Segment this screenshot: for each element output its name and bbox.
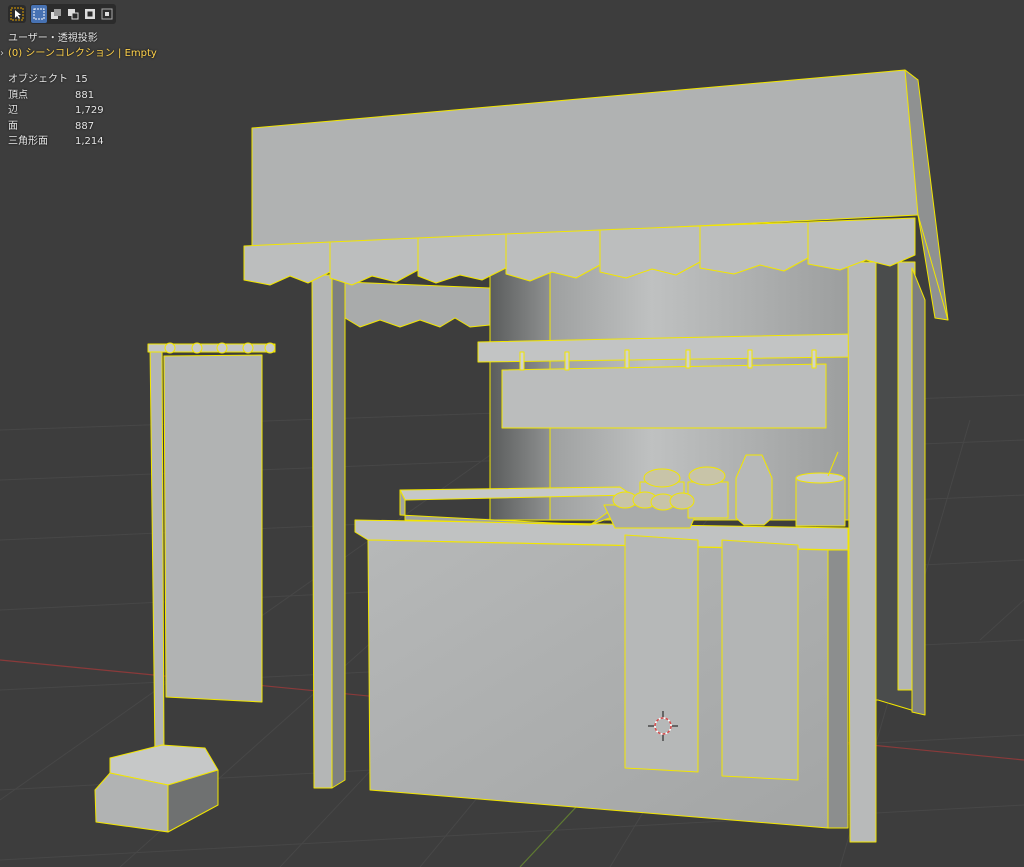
stat-label: 三角形面 bbox=[8, 136, 48, 147]
stat-value: 881 bbox=[75, 89, 95, 101]
scene-statistics: オブジェクト 15 頂点 881 辺 1,729 面 887 三角形面 1,214 bbox=[8, 72, 104, 150]
stat-row: 頂点 881 bbox=[8, 88, 104, 104]
stat-label: 辺 bbox=[8, 105, 18, 116]
stat-row: 面 887 bbox=[8, 119, 104, 135]
market-stall[interactable] bbox=[94, 69, 949, 843]
collection-text: (0) シーンコレクション | Empty bbox=[8, 48, 157, 59]
stat-row: 三角形面 1,214 bbox=[8, 134, 104, 150]
stat-row: オブジェクト 15 bbox=[8, 72, 104, 88]
front-post-left bbox=[311, 274, 333, 789]
stall-scene[interactable] bbox=[0, 0, 1024, 867]
stat-value: 15 bbox=[75, 74, 88, 85]
caret-icon: › bbox=[0, 48, 4, 59]
select-cursor-icon[interactable] bbox=[8, 5, 26, 23]
front-post-left-side bbox=[331, 274, 346, 789]
viewport-toolbar bbox=[8, 4, 116, 24]
stat-value: 887 bbox=[75, 120, 95, 132]
noren-cloth-left bbox=[624, 534, 699, 773]
select-extend-icon[interactable] bbox=[48, 5, 64, 23]
selection-mode-group bbox=[30, 4, 116, 24]
select-invert-icon[interactable] bbox=[82, 5, 98, 23]
noren-cloth-right bbox=[721, 539, 799, 781]
counter-side bbox=[827, 549, 849, 829]
stat-label: オブジェクト bbox=[8, 74, 68, 85]
sake-bottle bbox=[735, 454, 773, 526]
collection-label: › (0) シーンコレクション | Empty bbox=[0, 46, 157, 61]
view-label: ユーザー・透視投影 bbox=[8, 33, 98, 44]
select-new-icon[interactable] bbox=[31, 5, 47, 23]
stat-row: 辺 1,729 bbox=[8, 103, 104, 119]
bucket bbox=[795, 477, 846, 527]
select-intersect-icon[interactable] bbox=[99, 5, 115, 23]
front-post-right bbox=[847, 261, 877, 843]
stat-value: 1,214 bbox=[75, 136, 104, 147]
select-subtract-icon[interactable] bbox=[65, 5, 81, 23]
banner-cloth bbox=[163, 354, 263, 703]
menu-board bbox=[501, 363, 827, 429]
stat-value: 1,729 bbox=[75, 105, 104, 116]
stat-label: 面 bbox=[8, 120, 18, 132]
right-outer-wall bbox=[911, 267, 926, 716]
stat-label: 頂点 bbox=[8, 89, 28, 101]
bucket-rim bbox=[795, 472, 845, 484]
banner-flag bbox=[94, 342, 276, 833]
3d-viewport[interactable]: ユーザー・透視投影 › (0) シーンコレクション | Empty オブジェクト… bbox=[0, 0, 1024, 867]
back-valance bbox=[344, 281, 491, 328]
